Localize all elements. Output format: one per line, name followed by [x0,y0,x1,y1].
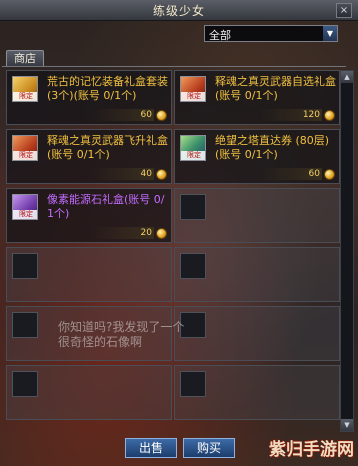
coin-icon [324,169,335,180]
limited-badge: 限定 [13,151,37,160]
shop-item-slot[interactable]: 限定 绝望之塔直达券 (80层)(账号 0/1个) 60 [174,129,340,184]
limited-badge: 限定 [13,92,37,101]
gift-red-icon: 限定 [12,135,38,161]
empty-icon-frame [12,371,38,397]
coin-icon [156,110,167,121]
item-price: 40 [92,168,154,180]
item-price: 120 [260,109,322,121]
chevron-down-icon[interactable]: ▼ [323,26,337,41]
category-filter-value: 全部 [209,29,231,42]
scroll-down-icon[interactable]: ▼ [341,419,353,431]
shop-item-slot[interactable]: 限定 荒古的记忆装备礼盒套装(3个)(账号 0/1个) 60 [6,70,172,125]
item-name: 荒古的记忆装备礼盒套装(3个)(账号 0/1个) [47,75,168,102]
sell-button[interactable]: 出售 [125,438,177,458]
item-name: 释魂之真灵武器自选礼盒(账号 0/1个) [215,75,336,102]
empty-slot [174,188,340,243]
item-price: 60 [92,109,154,121]
empty-icon-frame [12,312,38,338]
tab-shop[interactable]: 商店 [6,50,44,67]
limited-badge: 限定 [181,92,205,101]
item-price: 60 [260,168,322,180]
shop-item-slot[interactable]: 限定 释魂之真灵武器自选礼盒(账号 0/1个) 120 [174,70,340,125]
gift-gold-icon: 限定 [12,76,38,102]
empty-icon-frame [180,253,206,279]
item-price: 20 [92,227,154,239]
site-watermark: 紫归手游网 [269,440,354,460]
empty-slot [174,247,340,302]
gift-red-icon: 限定 [180,76,206,102]
coin-icon [324,110,335,121]
scrollbar[interactable]: ▲ ▼ [340,70,354,432]
empty-icon-frame [180,194,206,220]
shop-item-slot[interactable]: 限定 像素能源石礼盒(账号 0/1个) 20 [6,188,172,243]
window-title: 练级少女 [152,4,205,18]
window-titlebar: 练级少女 × [0,0,358,21]
tab-divider [2,66,346,67]
buy-button[interactable]: 购买 [183,438,235,458]
limited-badge: 限定 [181,151,205,160]
item-name: 像素能源石礼盒(账号 0/1个) [47,193,165,220]
coin-icon [156,228,167,239]
empty-slot [174,365,340,420]
empty-slot [174,306,340,361]
gift-purple-icon: 限定 [12,194,38,220]
ticket-icon: 限定 [180,135,206,161]
item-name: 释魂之真灵武器飞升礼盒(账号 0/1个) [47,134,168,161]
limited-badge: 限定 [13,210,37,219]
coin-icon [156,169,167,180]
category-filter-select[interactable]: 全部 ▼ [204,25,338,42]
item-name: 绝望之塔直达券 (80层)(账号 0/1个) [215,134,330,161]
empty-slot [6,247,172,302]
empty-icon-frame [180,371,206,397]
scroll-up-icon[interactable]: ▲ [341,71,353,83]
chat-bubble-overlay: 你知道吗?我发现了一个很奇怪的石像啊 [58,320,185,349]
empty-slot [6,365,172,420]
close-icon[interactable]: × [336,3,352,18]
empty-icon-frame [12,253,38,279]
shop-item-slot[interactable]: 限定 释魂之真灵武器飞升礼盒(账号 0/1个) 40 [6,129,172,184]
